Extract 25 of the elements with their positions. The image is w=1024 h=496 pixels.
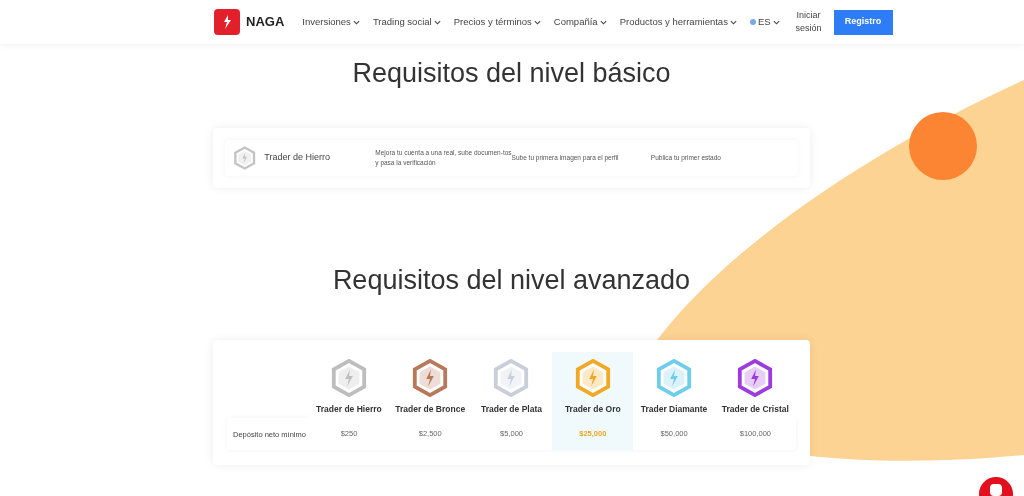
chevron-down-icon xyxy=(599,19,607,25)
nav-menu-item[interactable]: Precios y términos xyxy=(453,14,541,30)
tier-name: Trader Diamante xyxy=(640,403,708,416)
chevron-down-icon xyxy=(352,19,360,25)
logo-text: NAGA xyxy=(246,13,285,32)
chevron-down-icon xyxy=(533,19,541,25)
tier-name: Trader de Hierro xyxy=(264,151,332,165)
nav-menu-item[interactable]: Inversiones xyxy=(302,14,360,30)
tier-name: Trader de Plata xyxy=(481,403,542,416)
tier-name: Trader de Bronce xyxy=(395,403,466,416)
tier-name: Trader de Oro xyxy=(564,403,621,416)
chevron-down-icon xyxy=(772,19,780,25)
language-selector[interactable]: ES xyxy=(749,14,780,30)
section-title: Requisitos del nivel básico xyxy=(351,57,672,90)
nav-menu-item[interactable]: Productos y herramientas xyxy=(619,14,737,30)
chevron-down-icon xyxy=(729,19,737,25)
logo-icon xyxy=(214,9,240,35)
tier-name: Trader de Cristal xyxy=(721,403,789,416)
login-link[interactable]: Iniciar sesión xyxy=(793,9,824,35)
register-button[interactable]: Registro xyxy=(833,9,893,35)
section-title: Requisitos del nivel avanzado xyxy=(331,264,692,297)
tier-name: Trader de Hierro xyxy=(316,403,382,416)
nav-menu-item[interactable]: Trading social xyxy=(372,14,441,30)
chevron-down-icon xyxy=(433,19,441,25)
nav-menu-item[interactable]: Compañía xyxy=(553,14,607,30)
